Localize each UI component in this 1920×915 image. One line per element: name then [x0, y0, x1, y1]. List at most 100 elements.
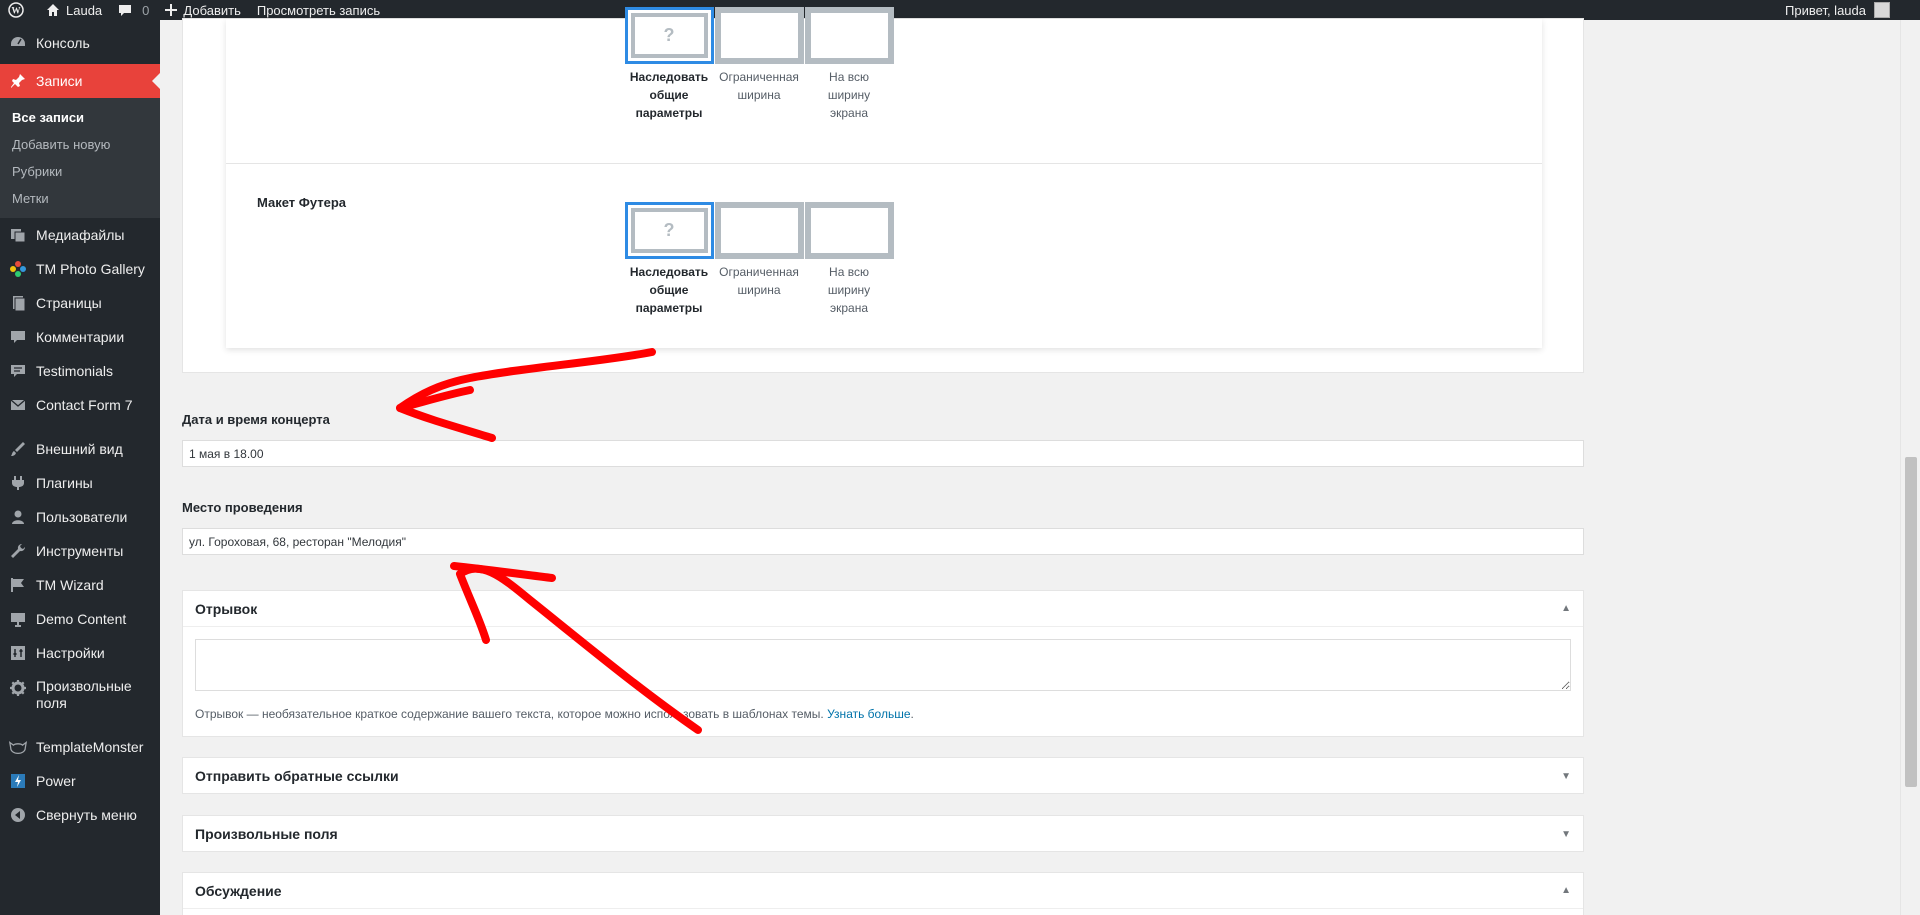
sidebar-item-appearance[interactable]: Внешний вид [0, 432, 160, 466]
sidebar-item-label: Произвольные поля [36, 678, 132, 711]
templatemonster-icon [8, 737, 28, 757]
scrollbar-thumb[interactable] [1905, 457, 1917, 787]
admin-bar: W Lauda 0 Добавить Просмотреть запись Пр… [0, 0, 1920, 20]
custom-fields-header[interactable]: Произвольные поля ▼ [183, 816, 1583, 852]
sidebar-item-demo-content[interactable]: Demo Content [0, 602, 160, 636]
layout-option-inherit[interactable]: ? Наследовать общие параметры [624, 7, 714, 122]
expand-arrow-icon[interactable]: ▼ [1561, 829, 1571, 840]
sidebar-item-custom-fields[interactable]: Произвольные поля [0, 670, 160, 720]
settings-icon [8, 643, 28, 663]
layout-option-inherit[interactable]: ? Наследовать общие параметры [624, 202, 714, 317]
help-text: Отрывок — необязательное краткое содержа… [195, 707, 824, 721]
plus-icon [165, 4, 178, 16]
trackbacks-title: Отправить обратные ссылки [195, 768, 399, 784]
sidebar-item-templatemonster[interactable]: TemplateMonster [0, 730, 160, 764]
sidebar-item-posts[interactable]: Записи [0, 64, 160, 98]
excerpt-help-text: Отрывок — необязательное краткое содержа… [195, 707, 914, 721]
sidebar-item-label: Power [36, 773, 76, 789]
layout-settings-panel: ? Наследовать общие параметры Ограниченн… [182, 7, 1584, 373]
sidebar-item-label: Пользователи [36, 509, 128, 525]
sidebar-item-comments[interactable]: Комментарии [0, 320, 160, 354]
excerpt-postbox: Отрывок ▲ Отрывок — необязательное кратк… [182, 590, 1584, 737]
sidebar-item-pages[interactable]: Страницы [0, 286, 160, 320]
sidebar-item-users[interactable]: Пользователи [0, 500, 160, 534]
submenu-all-posts[interactable]: Все записи [0, 104, 160, 131]
submenu-add-new[interactable]: Добавить новую [0, 131, 160, 158]
view-post-label: Просмотреть запись [256, 2, 381, 18]
sidebar-item-collapse-menu[interactable]: Свернуть меню [0, 798, 160, 832]
layout-thumbnail: ? [624, 7, 714, 64]
layout-option-fullwidth[interactable]: На всю ширину экрана [804, 7, 894, 122]
add-new-label: Добавить [183, 2, 241, 18]
power-icon [8, 771, 28, 791]
label-line: общие [649, 88, 689, 102]
label-line: ширину [827, 283, 871, 297]
sidebar-item-tm-wizard[interactable]: TM Wizard [0, 568, 160, 602]
demo-icon [8, 609, 28, 629]
gallery-icon [8, 259, 28, 279]
sidebar-item-power[interactable]: Power [0, 764, 160, 798]
sidebar-item-label: Консоль [36, 35, 90, 51]
layout-option-label: Наследовать общие параметры [624, 263, 714, 317]
sidebar-item-contact-form-7[interactable]: Contact Form 7 [0, 388, 160, 422]
concert-datetime-input[interactable] [182, 440, 1584, 467]
expand-arrow-icon[interactable]: ▼ [1561, 771, 1571, 782]
pages-icon [8, 293, 28, 313]
header-layout-options: ? Наследовать общие параметры Ограниченн… [624, 7, 894, 122]
sidebar-item-media[interactable]: Медиафайлы [0, 218, 160, 252]
sidebar-item-testimonials[interactable]: Testimonials [0, 354, 160, 388]
sidebar-item-label: Инструменты [36, 543, 124, 559]
collapse-arrow-icon[interactable]: ▲ [1561, 885, 1571, 896]
sidebar-item-dashboard[interactable]: Консоль [0, 26, 160, 60]
comments-link[interactable]: 0 [110, 0, 157, 20]
sidebar-item-label: Медиафайлы [36, 227, 125, 243]
sidebar-item-tools[interactable]: Инструменты [0, 534, 160, 568]
wordpress-icon: W [8, 2, 24, 18]
collapse-arrow-icon[interactable]: ▲ [1561, 603, 1571, 614]
learn-more-link[interactable]: Узнать больше [827, 707, 910, 721]
sidebar-item-label: Страницы [36, 295, 102, 311]
main-content: ? Наследовать общие параметры Ограниченн… [160, 7, 1900, 915]
submenu-categories[interactable]: Рубрики [0, 158, 160, 185]
layout-thumbnail [714, 7, 804, 64]
trackbacks-header[interactable]: Отправить обратные ссылки ▼ [183, 758, 1583, 794]
label-line: экрана [829, 301, 869, 315]
page-scrollbar[interactable] [1900, 20, 1920, 915]
home-icon [47, 4, 59, 16]
submenu-tags[interactable]: Метки [0, 185, 160, 212]
sidebar-item-label: Настройки [36, 645, 105, 661]
layout-option-label: На всю ширину экрана [804, 68, 894, 122]
layout-option-boxed[interactable]: Ограниченная ширина [714, 202, 804, 317]
sidebar-item-label: Комментарии [36, 329, 125, 345]
menu-separator [0, 422, 160, 432]
site-name-link[interactable]: Lauda [38, 0, 110, 20]
sidebar-item-label: TM Photo Gallery [36, 261, 145, 277]
header-layout-row: ? Наследовать общие параметры Ограниченн… [226, 7, 1542, 164]
view-post-link[interactable]: Просмотреть запись [249, 0, 388, 20]
sidebar-item-label: TM Wizard [36, 577, 104, 593]
label-line: параметры [635, 301, 703, 315]
sidebar-item-label: Testimonials [36, 363, 114, 379]
greeting: Привет, lauda [1785, 2, 1866, 18]
user-account-menu[interactable]: Привет, lauda [1777, 0, 1920, 20]
layout-option-label: На всю ширину экрана [804, 263, 894, 317]
layout-option-fullwidth[interactable]: На всю ширину экрана [804, 202, 894, 317]
media-icon [8, 225, 28, 245]
sidebar-item-plugins[interactable]: Плагины [0, 466, 160, 500]
excerpt-header[interactable]: Отрывок ▲ [183, 591, 1583, 627]
excerpt-textarea[interactable] [195, 639, 1571, 691]
sidebar-item-settings[interactable]: Настройки [0, 636, 160, 670]
layout-thumbnail [714, 202, 804, 259]
label-line: Наследовать [629, 70, 709, 84]
layout-thumbnail: ? [624, 202, 714, 259]
layout-option-boxed[interactable]: Ограниченная ширина [714, 7, 804, 122]
sidebar-item-label: Contact Form 7 [36, 397, 133, 413]
venue-input[interactable] [182, 528, 1584, 555]
wordpress-logo-button[interactable]: W [0, 0, 38, 20]
add-new-link[interactable]: Добавить [157, 0, 248, 20]
sidebar-item-label: TemplateMonster [36, 739, 144, 755]
concert-datetime-label: Дата и время концерта [182, 412, 330, 427]
sidebar-item-tm-photo-gallery[interactable]: TM Photo Gallery [0, 252, 160, 286]
discussion-header[interactable]: Обсуждение ▲ [183, 873, 1583, 909]
sidebar-item-label: Внешний вид [36, 441, 123, 457]
